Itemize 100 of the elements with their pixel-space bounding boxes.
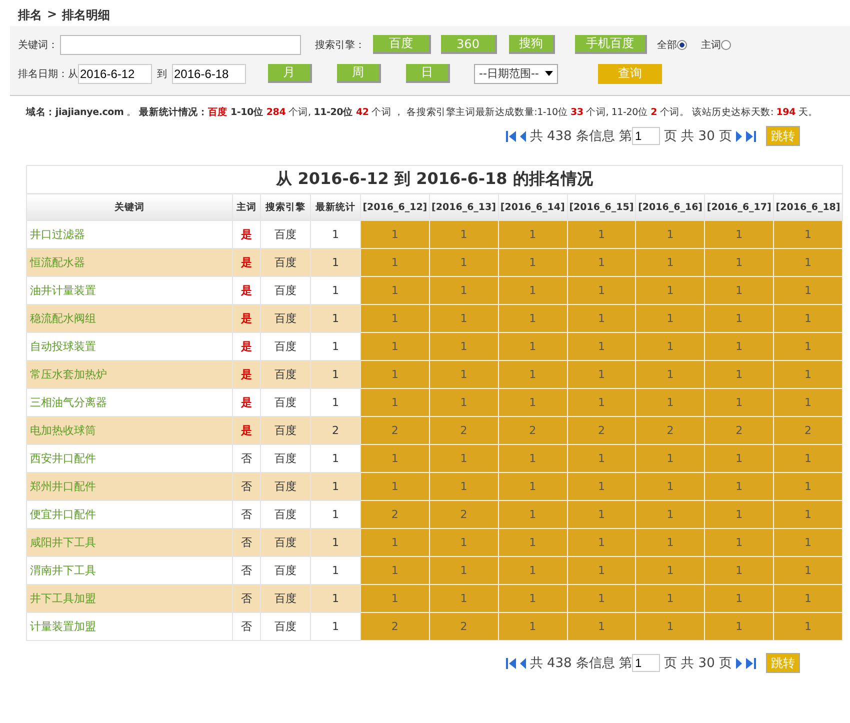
table-cell: 1	[636, 612, 705, 640]
table-cell: 1	[774, 612, 842, 640]
table-cell: 百度	[260, 304, 310, 332]
last-page-icon[interactable]	[746, 130, 756, 142]
table-cell: 1	[429, 528, 498, 556]
table-cell: 1	[704, 220, 774, 248]
next-page-icon[interactable]	[736, 658, 742, 668]
table-cell: 是	[232, 416, 260, 444]
table-cell: 百度	[260, 416, 310, 444]
table-cell: 1	[567, 584, 636, 612]
scope-radio[interactable]: 主词	[701, 38, 731, 52]
table-cell: 1	[498, 276, 568, 304]
previous-page-icon[interactable]	[520, 658, 526, 668]
period-button[interactable]: 日	[406, 64, 450, 83]
table-cell: 1	[636, 276, 705, 304]
table-cell: 1	[567, 500, 636, 528]
table-cell: 1	[704, 304, 774, 332]
keyword-link[interactable]: 郑州井口配件	[26, 472, 232, 500]
period-button[interactable]: 月	[268, 64, 312, 83]
table-cell: 1	[567, 276, 636, 304]
table-cell: 2	[636, 416, 705, 444]
table-cell: 1	[498, 444, 568, 472]
column-header: [2016_6_17]	[704, 194, 774, 220]
keyword-link[interactable]: 咸阳井下工具	[26, 528, 232, 556]
last-page-icon[interactable]	[746, 658, 756, 668]
engine-button[interactable]: 360	[441, 35, 497, 54]
engine-button[interactable]: 百度	[373, 35, 431, 54]
table-cell: 1	[429, 444, 498, 472]
previous-page-icon[interactable]	[520, 130, 526, 142]
table-cell: 1	[429, 556, 498, 584]
table-cell: 1	[498, 220, 568, 248]
engine-button[interactable]: 手机百度	[575, 35, 647, 54]
keyword-link[interactable]: 稳流配水阀组	[26, 304, 232, 332]
keyword-link[interactable]: 电加热收球筒	[26, 416, 232, 444]
table-cell: 1	[636, 500, 705, 528]
go-button[interactable]: 跳转	[766, 126, 800, 146]
table-cell: 1	[704, 528, 774, 556]
breadcrumb-link[interactable]: 排名	[18, 7, 42, 26]
record-count: 共 438 条信息 第	[530, 655, 632, 672]
engine-button[interactable]: 搜狗	[509, 35, 555, 54]
table-cell: 1	[774, 472, 842, 500]
page-field[interactable]: 1	[632, 127, 660, 145]
query-button[interactable]: 查询	[598, 64, 662, 84]
table-cell: 1	[360, 472, 430, 500]
keyword-link[interactable]: 计量装置加盟	[26, 612, 232, 640]
table-cell: 1	[429, 332, 498, 360]
table-cell: 1	[636, 584, 705, 612]
table-cell: 1	[567, 472, 636, 500]
table-cell: 百度	[260, 528, 310, 556]
page-count: 页 共 30 页	[664, 655, 732, 672]
table-cell: 1	[567, 556, 636, 584]
date-label: 排名日期：从	[18, 68, 78, 80]
summary-text: 域名：jiajianye.com 。 最新统计情况：百度 1-10位 284 个词, 11-20位 42 个词 ， 各搜索引擎主词最新达成数量:1-10位 33 个词, 11-20位 2 个词。 该站历史达标天数: 194 天。	[26, 106, 819, 120]
table-cell: 1	[498, 528, 568, 556]
keyword-link[interactable]: 恒流配水器	[26, 248, 232, 276]
date-range-select[interactable]: --日期范围--	[474, 64, 558, 84]
first-page-icon[interactable]	[506, 130, 516, 142]
date-from-field[interactable]: 2016-6-12	[78, 64, 152, 84]
table-cell: 否	[232, 528, 260, 556]
table-cell: 1	[774, 332, 842, 360]
table-cell: 1	[429, 248, 498, 276]
page-field[interactable]: 1	[632, 654, 660, 672]
table-cell: 1	[498, 500, 568, 528]
table-cell: 1	[636, 444, 705, 472]
keyword-field[interactable]	[60, 34, 301, 54]
keyword-link[interactable]: 井下工具加盟	[26, 584, 232, 612]
table-cell: 否	[232, 472, 260, 500]
record-count: 共 438 条信息 第	[530, 128, 632, 145]
date-to-field[interactable]: 2016-6-18	[172, 64, 246, 84]
table-cell: 1	[704, 248, 774, 276]
keyword-label: 关键词：	[18, 38, 58, 52]
table-cell: 1	[360, 388, 430, 416]
keyword-link[interactable]: 常压水套加热炉	[26, 360, 232, 388]
table-cell: 1	[498, 304, 568, 332]
dropdown-caret-icon	[544, 71, 553, 76]
first-page-icon[interactable]	[506, 658, 516, 668]
table-cell: 1	[360, 584, 430, 612]
table-cell: 1	[498, 612, 568, 640]
column-header: [2016_6_14]	[498, 194, 568, 220]
next-page-icon[interactable]	[736, 130, 742, 142]
table-title: 从 2016-6-12 到 2016-6-18 的排名情况	[26, 166, 842, 194]
table-cell: 2	[498, 416, 568, 444]
table-cell: 1	[636, 388, 705, 416]
table-cell: 1	[567, 444, 636, 472]
scope-radio[interactable]: 全部	[657, 38, 687, 52]
table-cell: 2	[429, 612, 498, 640]
table-cell: 1	[704, 584, 774, 612]
table-cell: 1	[636, 528, 705, 556]
column-header: 关键词	[26, 194, 232, 220]
table-cell: 1	[774, 248, 842, 276]
table-cell: 否	[232, 584, 260, 612]
table-cell: 1	[704, 332, 774, 360]
table-cell: 1	[360, 556, 430, 584]
period-button[interactable]: 周	[337, 64, 381, 83]
go-button[interactable]: 跳转	[766, 653, 800, 673]
column-header: [2016_6_13]	[429, 194, 498, 220]
table-cell: 1	[360, 304, 430, 332]
table-cell: 1	[360, 332, 430, 360]
table-cell: 1	[704, 500, 774, 528]
table-cell: 1	[704, 360, 774, 388]
